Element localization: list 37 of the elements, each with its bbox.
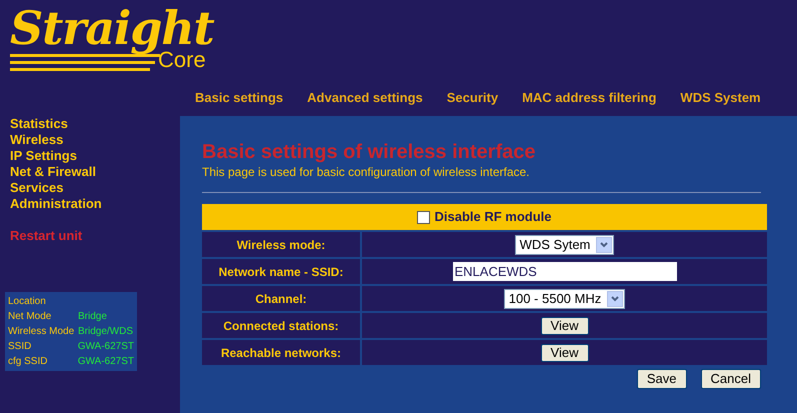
- status-value: GWA-627ST: [78, 355, 134, 369]
- sidebar-link[interactable]: Administration: [10, 196, 180, 212]
- status-label: Net Mode: [8, 310, 52, 324]
- status-label: cfg SSID: [8, 355, 48, 369]
- nav-link[interactable]: Basic settings: [195, 88, 284, 108]
- checkbox-label: Disable RF module: [434, 208, 552, 226]
- save-button[interactable]: Save: [636, 369, 687, 389]
- status-value: Bridge/WDS: [78, 325, 134, 339]
- view-button[interactable]: View: [540, 344, 588, 362]
- sidebar-link[interactable]: IP Settings: [10, 148, 180, 164]
- field-label: Network name - SSID:: [202, 259, 360, 284]
- field-label: Wireless mode:: [202, 232, 360, 257]
- field-label: Connected stations:: [202, 313, 360, 338]
- logo: Straight Core: [10, 2, 215, 74]
- sidebar-link[interactable]: Wireless: [10, 132, 180, 148]
- field-label: Channel:: [202, 286, 360, 311]
- checkbox[interactable]: [417, 210, 430, 224]
- page-description: This page is used for basic configuration of wireless interface.: [202, 164, 530, 180]
- nav-link[interactable]: Advanced settings: [307, 88, 423, 108]
- status-value: Bridge: [78, 310, 107, 324]
- field-label: Reachable networks:: [202, 340, 360, 365]
- cancel-button[interactable]: Cancel: [700, 369, 761, 389]
- dropdown[interactable]: WDS Sytem: [514, 234, 614, 254]
- nav-link[interactable]: WDS System: [680, 88, 761, 108]
- sidebar-link[interactable]: Statistics: [10, 116, 180, 132]
- text-field[interactable]: ENLACEWDS: [452, 262, 676, 281]
- sidebar-link[interactable]: Services: [10, 180, 180, 196]
- nav-link[interactable]: Security: [446, 88, 498, 108]
- dropdown[interactable]: 100 - 5500 MHz: [504, 288, 626, 308]
- status-value: GWA-627ST: [78, 340, 134, 354]
- status-label: SSID: [8, 340, 32, 354]
- sidebar-link[interactable]: Net & Firewall: [10, 164, 180, 180]
- view-button[interactable]: View: [540, 316, 588, 334]
- status-title: Location: [8, 295, 47, 309]
- nav-link[interactable]: MAC address filtering: [522, 88, 656, 108]
- status-label: Wireless Mode: [8, 325, 76, 339]
- page-title: Basic settings of wireless interface: [202, 140, 536, 164]
